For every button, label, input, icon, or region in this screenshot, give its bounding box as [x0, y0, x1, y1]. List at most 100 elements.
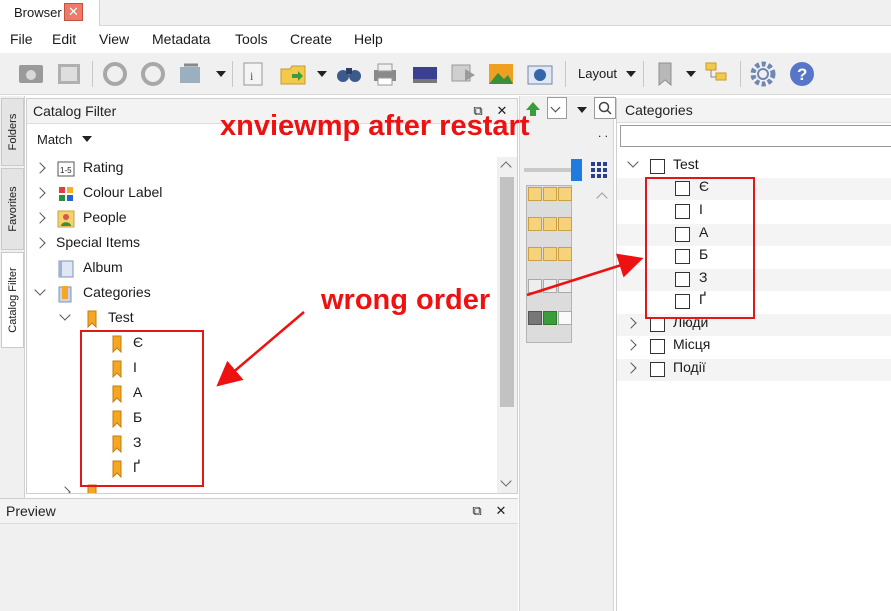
scroll-up-icon[interactable] [596, 192, 608, 204]
chevron-down-icon[interactable] [59, 309, 71, 321]
search-binoculars-icon[interactable] [334, 59, 364, 89]
thumbnail-item[interactable] [558, 187, 572, 201]
thumbnail-item[interactable] [558, 311, 572, 325]
tree-view-icon[interactable] [702, 59, 732, 89]
scroll-up-icon[interactable] [500, 161, 512, 173]
tree-item-label: Special Items [56, 234, 141, 250]
bookmark-dropdown-icon[interactable] [686, 71, 696, 77]
album-icon [58, 260, 74, 278]
match-dropdown[interactable]: Match [37, 132, 72, 147]
vertical-scrollbar[interactable] [497, 157, 517, 493]
thumbnail-item[interactable] [543, 247, 557, 261]
browser-thumbnail-area: . . [519, 96, 616, 611]
thumbnail-item[interactable] [558, 217, 572, 231]
help-icon[interactable]: ? [787, 59, 817, 89]
thumbnail-item[interactable] [528, 311, 542, 325]
sidetab-favorites[interactable]: Favorites [1, 168, 24, 250]
sidetab-folders[interactable]: Folders [1, 98, 24, 166]
menu-bar: File Edit View Metadata Tools Create Hel… [0, 27, 891, 52]
svg-text:1-5: 1-5 [60, 166, 72, 175]
path-dropdown[interactable] [547, 97, 567, 119]
chevron-right-icon[interactable] [625, 339, 637, 351]
menu-create[interactable]: Create [290, 31, 332, 47]
menu-edit[interactable]: Edit [52, 31, 76, 47]
fullscreen-icon[interactable] [54, 59, 84, 89]
thumbnail-item[interactable] [543, 217, 557, 231]
rotate-left-icon[interactable] [100, 59, 130, 89]
chevron-down-icon[interactable] [627, 156, 639, 168]
panel-title: Categories [625, 102, 693, 118]
properties-icon[interactable]: i [238, 59, 268, 89]
move-dropdown-icon[interactable] [317, 71, 327, 77]
annotation-highlight-box-right [645, 177, 755, 319]
category-label: Місця [673, 336, 711, 352]
wallpaper-icon[interactable] [486, 59, 516, 89]
layout-dropdown-icon[interactable] [626, 71, 636, 77]
thumbnail-item[interactable] [528, 217, 542, 231]
tree-item-label: People [83, 209, 127, 225]
thumbnail-item[interactable] [543, 311, 557, 325]
category-checkbox[interactable] [650, 159, 665, 174]
thumbnail-item[interactable] [543, 279, 557, 293]
menu-tools[interactable]: Tools [235, 31, 268, 47]
toolbar-separator [232, 61, 233, 87]
scrollbar-thumb[interactable] [500, 177, 514, 407]
chevron-right-icon[interactable] [59, 486, 71, 493]
chevron-right-icon[interactable] [34, 212, 46, 224]
search-icon [598, 101, 612, 115]
category-label: Test [673, 156, 699, 172]
menu-file[interactable]: File [10, 31, 33, 47]
menu-view[interactable]: View [99, 31, 129, 47]
tree-item-label: Rating [83, 159, 124, 175]
panel-title: Catalog Filter [33, 103, 117, 119]
convert-dropdown-icon[interactable] [216, 71, 226, 77]
tab-browser[interactable]: Browser ✕ [0, 0, 100, 26]
thumbnail-item[interactable] [528, 187, 542, 201]
thumbnail-item[interactable] [528, 279, 542, 293]
view-image-icon[interactable] [16, 59, 46, 89]
category-checkbox[interactable] [650, 317, 665, 332]
close-icon[interactable]: ✕ [494, 504, 508, 518]
float-icon[interactable]: ⧉ [470, 504, 484, 518]
capture-icon[interactable] [525, 59, 555, 89]
thumbnail-item[interactable] [528, 247, 542, 261]
grid-view-icon[interactable] [590, 161, 608, 179]
chevron-right-icon[interactable] [34, 162, 46, 174]
filter-dropdown-icon[interactable] [577, 107, 587, 113]
scroll-down-icon[interactable] [500, 475, 512, 487]
gear-icon[interactable] [748, 59, 778, 89]
chevron-down-icon[interactable] [34, 284, 46, 296]
categories-header: Categories [617, 98, 891, 123]
rotate-right-icon[interactable] [138, 59, 168, 89]
sidetab-catalog-filter[interactable]: Catalog Filter [1, 252, 24, 348]
layout-button[interactable]: Layout [578, 66, 617, 81]
chevron-right-icon[interactable] [34, 237, 46, 249]
menu-help[interactable]: Help [354, 31, 383, 47]
chevron-right-icon[interactable] [34, 187, 46, 199]
people-icon [57, 210, 75, 228]
convert-icon[interactable] [176, 59, 206, 89]
category-checkbox[interactable] [650, 362, 665, 377]
chevron-down-icon[interactable] [82, 136, 92, 142]
slideshow-icon[interactable] [448, 59, 478, 89]
svg-text:?: ? [797, 65, 807, 84]
toolbar-separator [643, 61, 644, 87]
close-icon[interactable]: ✕ [64, 3, 83, 21]
thumbnail-item[interactable] [543, 187, 557, 201]
toolbar-separator [565, 61, 566, 87]
menu-metadata[interactable]: Metadata [152, 31, 210, 47]
sidetab-favorites-label: Favorites [6, 186, 19, 232]
thumbnail-item[interactable] [558, 247, 572, 261]
chevron-down-icon[interactable] [550, 102, 561, 113]
slider-handle[interactable] [571, 159, 582, 181]
move-to-folder-icon[interactable] [278, 59, 308, 89]
tree-item-label: Colour Label [83, 184, 163, 200]
tab-browser-label: Browser [14, 5, 62, 20]
category-checkbox[interactable] [650, 339, 665, 354]
categories-search-input[interactable] [620, 125, 891, 147]
print-icon[interactable] [370, 59, 400, 89]
scanner-icon[interactable] [410, 59, 440, 89]
thumbnail-item[interactable] [558, 279, 572, 293]
bookmark-icon[interactable] [650, 59, 680, 89]
search-button[interactable] [594, 97, 616, 119]
